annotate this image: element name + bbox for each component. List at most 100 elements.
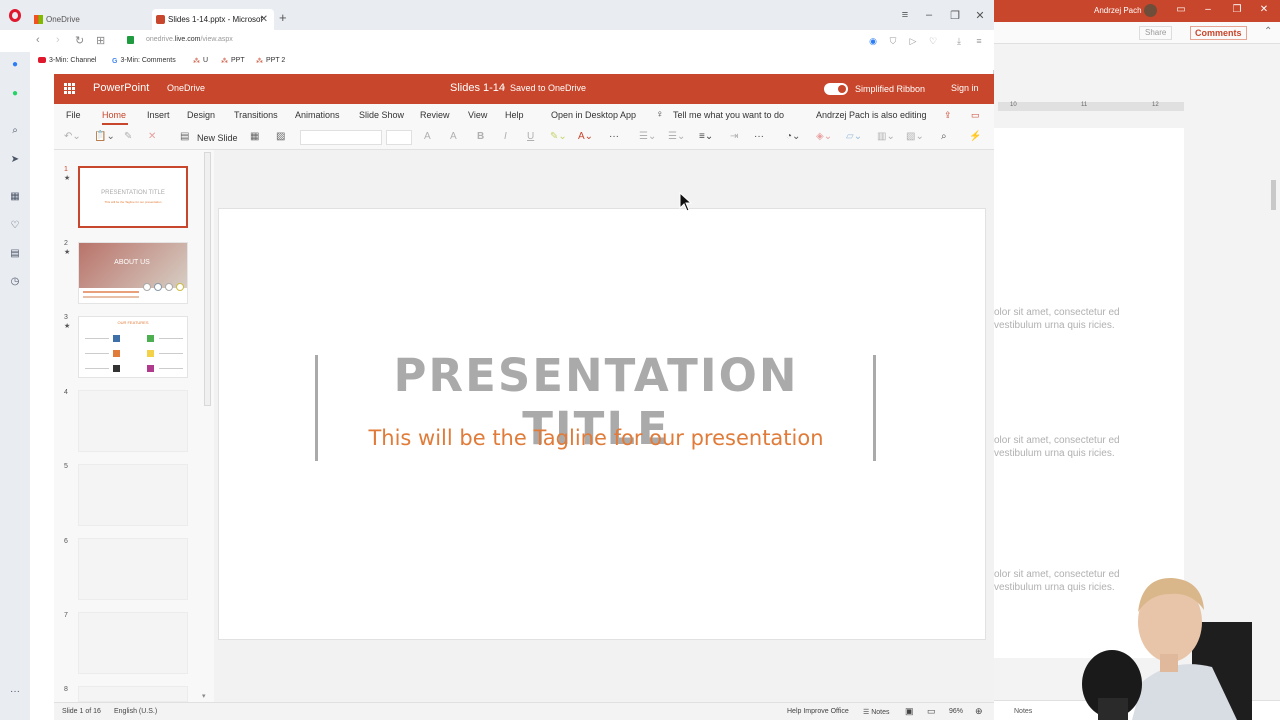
more-font-options-icon[interactable]: ··· [609,131,619,142]
more-icon[interactable]: ··· [9,686,21,698]
menu-icon[interactable]: ≡ [973,35,985,47]
shape-outline-icon[interactable]: ▱⌄ [846,131,862,142]
shield-icon[interactable]: ⛉ [887,35,899,47]
tab-help[interactable]: Help [505,110,524,120]
slide-thumbnail[interactable] [78,390,188,452]
close-tab-icon[interactable]: ✕ [260,9,268,31]
back-icon[interactable]: ‹ [36,34,40,46]
maximize-icon[interactable]: ❐ [948,9,962,22]
align-icon[interactable]: ≡⌄ [699,131,713,142]
bold-icon[interactable]: B [477,131,484,142]
fit-slide-icon[interactable]: ⊕ [975,706,983,717]
bookmark-item[interactable]: G 3-Min: Comments [112,57,176,65]
layout-icon[interactable]: ▦ [250,131,259,142]
decrease-font-icon[interactable]: A [450,131,457,142]
thumbnail-scrollbar[interactable] [204,152,211,406]
bookmark-item[interactable]: ⁂ U [193,57,208,65]
search-icon[interactable]: ⌕ [9,125,21,137]
share-icon[interactable]: ⇪ [944,110,952,121]
notes-label[interactable]: Notes [1014,708,1032,715]
new-slide-button[interactable]: New Slide [197,133,238,143]
language[interactable]: English (U.S.) [114,708,157,715]
new-tab-button[interactable]: + [279,10,287,25]
share-button[interactable]: Share [1139,26,1173,40]
play-icon[interactable]: ▷ [907,35,919,47]
overflow-icon[interactable]: ⌃ [1264,26,1272,37]
highlight-icon[interactable]: ✎⌄ [550,131,567,142]
notes-button[interactable]: ☰ Notes [863,708,890,716]
avatar[interactable] [1144,4,1157,17]
find-icon[interactable]: ⌕ [941,131,947,142]
slide-thumbnail[interactable] [78,612,188,674]
slideshow-view-icon[interactable]: ▭ [927,706,936,717]
minimize-icon[interactable]: – [922,9,936,21]
normal-view-icon[interactable]: ▣ [905,706,914,717]
slide-thumbnail[interactable] [78,464,188,526]
zoom-level[interactable]: 96% [949,708,963,715]
slide-tagline[interactable]: This will be the Tagline for our present… [319,426,873,450]
minimize-icon[interactable]: – [1201,4,1215,15]
tab-review[interactable]: Review [420,110,450,120]
tell-me-search[interactable]: Tell me what you want to do [673,110,784,120]
arrange-icon[interactable]: ▥⌄ [877,131,895,142]
tab-powerpoint[interactable]: Slides 1-14.pptx - Microsof ✕ [152,9,274,31]
tab-file[interactable]: File [66,110,81,120]
background-icon[interactable]: ▨ [276,131,285,142]
slide-thumbnail[interactable]: PRESENTATION TITLE This will be the Tagl… [78,166,188,228]
simplified-ribbon-toggle[interactable] [824,83,848,95]
comments-icon[interactable]: ▭ [971,110,980,121]
onedrive-link[interactable]: OneDrive [167,83,205,93]
tab-design[interactable]: Design [187,110,215,120]
shape-fill-icon[interactable]: ◈⌄ [816,131,832,142]
document-title[interactable]: Slides 1-14 [450,82,505,94]
bullets-icon[interactable]: ☰⌄ [639,131,656,142]
maximize-icon[interactable]: ❐ [1230,4,1244,15]
scroll-down-icon[interactable]: ▾ [202,692,206,700]
slide-thumbnail[interactable]: OUR FEATURES [78,316,188,378]
apps-icon[interactable]: ▦ [9,191,21,203]
slide-thumbnail[interactable] [78,538,188,600]
tab-onedrive[interactable]: OneDrive [30,9,152,31]
paste-icon[interactable]: 📋⌄ [94,131,115,142]
format-painter-icon[interactable]: ✎ [124,131,132,142]
undo-icon[interactable]: ↶⌄ [64,131,81,142]
tab-menu-icon[interactable]: ≡ [898,9,912,21]
tab-insert[interactable]: Insert [147,110,170,120]
send-icon[interactable]: ➤ [9,154,21,166]
camera-icon[interactable]: ◉ [867,35,879,47]
opera-logo-icon[interactable] [9,9,21,22]
slide-canvas[interactable]: PRESENTATION TITLE This will be the Tagl… [218,208,986,640]
slide-thumbnail[interactable] [78,686,188,702]
sign-in-link[interactable]: Sign in [951,83,979,93]
app-launcher-icon[interactable] [64,83,75,94]
indent-icon[interactable]: ⇥ [730,131,738,142]
tab-slide-show[interactable]: Slide Show [359,110,404,120]
bookmark-item[interactable]: ⁂ PPT [221,57,245,65]
increase-font-icon[interactable]: A [424,131,431,142]
bookmark-item[interactable]: 3-Min: Channel [38,57,96,64]
reload-icon[interactable]: ↻ [75,34,84,47]
news-icon[interactable]: ▤ [9,248,21,260]
heart-icon[interactable]: ♡ [927,35,939,47]
download-icon[interactable]: ⤓ [953,35,965,47]
quick-styles-icon[interactable]: ▧⌄ [906,131,924,142]
tab-home[interactable]: Home [102,110,126,120]
heart-icon[interactable]: ♡ [9,220,21,232]
help-improve-office[interactable]: Help Improve Office [787,708,849,715]
tab-transitions[interactable]: Transitions [234,110,278,120]
underline-icon[interactable]: U [527,131,534,142]
more-paragraph-options-icon[interactable]: ··· [754,131,764,142]
messenger-icon[interactable]: ● [9,59,21,71]
coauthor-status[interactable]: Andrzej Pach is also editing [816,110,927,120]
whatsapp-icon[interactable]: ● [9,88,21,100]
slide-thumbnail[interactable]: ABOUT US [78,242,188,304]
url-field[interactable]: onedrive.live.com/view.aspx [146,36,233,43]
font-name-select[interactable] [300,130,382,145]
delete-icon[interactable]: ✕ [148,131,156,142]
comments-button[interactable]: Comments [1190,26,1247,40]
history-icon[interactable]: ◷ [9,276,21,288]
new-slide-icon[interactable]: ▤ [180,131,189,142]
italic-icon[interactable]: I [504,131,507,142]
open-in-desktop-app[interactable]: Open in Desktop App [551,110,636,120]
designer-icon[interactable]: ⚡ [969,131,981,142]
